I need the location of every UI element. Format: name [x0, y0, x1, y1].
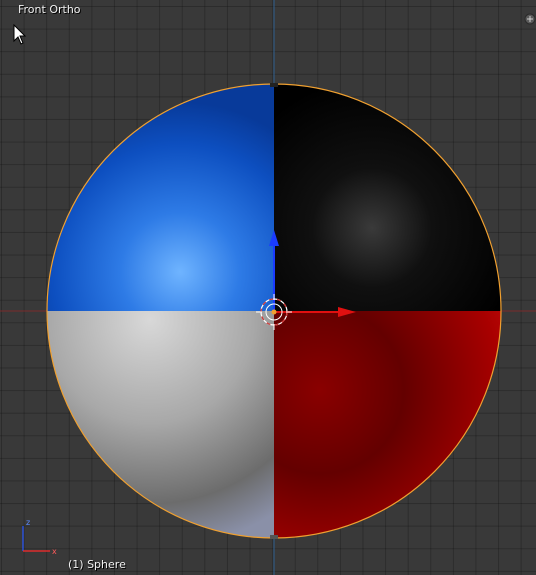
- sphere-quadrant-blue: [47, 84, 274, 311]
- view-axis-gizmo-icon: z x: [22, 518, 57, 556]
- sphere-quadrant-grey: [47, 311, 274, 538]
- sphere-quadrant-black: [274, 84, 501, 311]
- view-name-label: Front Ortho: [18, 3, 81, 16]
- viewport-scene: [0, 0, 536, 575]
- viewport-corner-widget-icon[interactable]: [524, 13, 536, 25]
- seam-marker-bottom: [270, 535, 278, 539]
- active-object-label: (1) Sphere: [68, 558, 126, 571]
- svg-text:z: z: [26, 518, 30, 527]
- seam-marker-top: [270, 83, 278, 87]
- sphere-quadrant-red: [274, 311, 501, 538]
- svg-text:x: x: [52, 547, 57, 556]
- mouse-pointer-icon: [13, 24, 27, 45]
